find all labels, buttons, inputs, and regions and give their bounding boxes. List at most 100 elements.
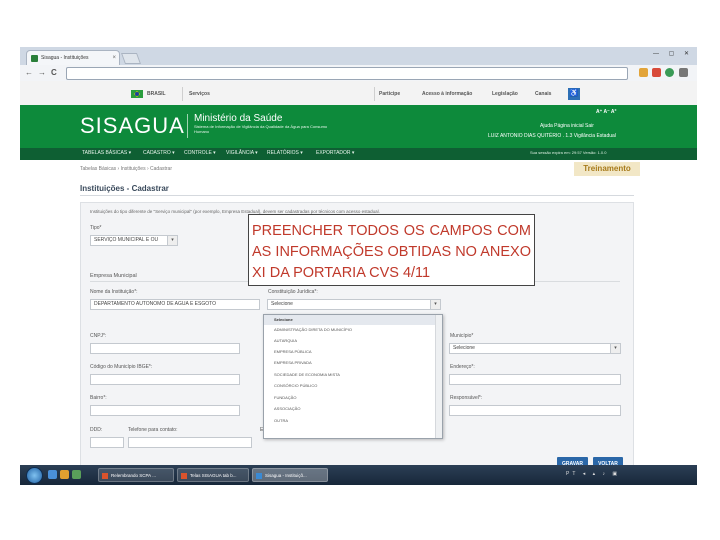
font-size-controls[interactable]: A⁺ A⁻ A° [596, 109, 617, 115]
gov-link-canais[interactable]: Canais [535, 91, 551, 97]
menu-cadastro[interactable]: CADASTRO ▾ [143, 150, 175, 156]
browser-tab-title: Sisagua - Instituições [41, 55, 89, 61]
section-title: Empresa Municipal [90, 273, 137, 279]
menu-relatorios[interactable]: RELATÓRIOS ▾ [267, 150, 303, 156]
municipio-select-value: Selecione [453, 345, 475, 351]
dropdown-option[interactable]: AUTARQUIA [264, 336, 442, 346]
ddd-input[interactable] [90, 437, 124, 448]
tipo-select[interactable]: SERVIÇO MUNICIPAL E OU ▾ [90, 235, 178, 246]
dropdown-option[interactable]: OUTRA [264, 416, 442, 426]
codigo-input[interactable] [90, 374, 240, 385]
dropdown-option[interactable]: SOCIEDADE DE ECONOMIA MISTA [264, 370, 442, 380]
site-header: SISAGUA Ministério da Saúde Sistema de I… [20, 105, 697, 148]
favicon-icon [31, 55, 38, 62]
accessibility-icon[interactable]: ♿ [568, 88, 580, 100]
menu-exportador[interactable]: EXPORTADOR ▾ [316, 150, 354, 156]
nome-input-value: DEPARTAMENTO AUTONOMO DE AGUA E ESGOTO [94, 301, 216, 307]
powerpoint-icon [181, 473, 187, 479]
codigo-label: Código do Município IBGE*: [90, 364, 153, 370]
media-icon[interactable] [72, 470, 81, 479]
divider [374, 87, 375, 101]
divider [187, 114, 188, 138]
system-subtitle: Sistema de Informação de Vigilância da Q… [194, 124, 328, 134]
chevron-down-icon: ▾ [430, 300, 440, 309]
taskbar-button[interactable]: Telas SISAGUA tab b... [177, 468, 249, 482]
dropdown-option[interactable]: Selecione [264, 315, 442, 325]
chevron-down-icon: ▾ [610, 344, 620, 353]
start-button[interactable] [26, 467, 43, 484]
municipio-label: Município* [450, 333, 474, 339]
environment-badge: Treinamento [574, 162, 640, 176]
gov-link-legislacao[interactable]: Legislação [492, 91, 518, 97]
brazil-flag-icon [131, 90, 143, 98]
telefone-label: Telefone para contato: [128, 427, 178, 433]
top-links[interactable]: Ajuda Página inicial Sair [540, 123, 594, 129]
divider [182, 87, 183, 101]
gov-services-link[interactable]: Serviços [189, 91, 210, 97]
chevron-down-icon: ▾ [167, 236, 177, 245]
nome-label: Nome da Instituição*: [90, 289, 138, 295]
taskbar-button-label: Relembrando SCPA ... [111, 473, 156, 478]
cnpj-label: CNPJ*: [90, 333, 107, 339]
dropdown-option[interactable]: EMPRESA PRIVADA [264, 358, 442, 368]
menu-vigilancia[interactable]: VIGILÂNCIA ▾ [226, 150, 258, 156]
page-title: Instituições - Cadastrar [80, 184, 169, 193]
app-logo-title: SISAGUA [80, 113, 185, 138]
dropdown-scrollbar[interactable] [435, 315, 442, 438]
address-bar[interactable] [66, 67, 628, 80]
taskbar-button-label: Telas SISAGUA tab b... [190, 473, 237, 478]
gov-link-acesso[interactable]: Acesso à informação [422, 91, 472, 97]
user-name: LUIZ ANTONIO DIAS QUITÉRIO . 1.3 Vigilân… [488, 133, 616, 139]
taskbar-button-label: Sisagua - Instituiçõ... [265, 473, 307, 478]
browser-toolbar: ← → C [20, 65, 697, 82]
cnpj-input[interactable] [90, 343, 240, 354]
constituicao-select[interactable]: Selecione ▾ [267, 299, 441, 310]
menu-icon[interactable] [679, 68, 688, 77]
bairro-input[interactable] [90, 405, 240, 416]
dropdown-option[interactable]: ADMINISTRAÇÃO DIRETA DO MUNICÍPIO [264, 325, 442, 335]
taskbar-button-active[interactable]: Sisagua - Instituiçõ... [252, 468, 328, 482]
close-tab-icon[interactable]: × [112, 51, 116, 66]
reload-icon[interactable]: C [51, 68, 57, 78]
window-controls[interactable]: — ▢ ✕ [653, 50, 693, 57]
new-tab-button[interactable] [120, 53, 142, 64]
menu-tabelas-basicas[interactable]: TABELAS BÁSICAS ▾ [82, 150, 131, 156]
explorer-icon[interactable] [60, 470, 69, 479]
dropdown-option[interactable]: ASSOCIAÇÃO [264, 404, 442, 414]
taskbar-button[interactable]: Relembrando SCPA ... [98, 468, 174, 482]
annotation-box: PREENCHER TODOS OS CAMPOS COM AS INFORMA… [248, 214, 535, 286]
breadcrumb[interactable]: Tabelas Básicas › Instituições › Cadastr… [80, 166, 172, 172]
endereco-label: Endereço*: [450, 364, 475, 370]
browser-tab[interactable]: Sisagua - Instituições × [26, 50, 120, 65]
ministry-name: Ministério da Saúde [194, 113, 283, 124]
extension-icon[interactable] [652, 68, 661, 77]
system-tray[interactable]: PT ◂ ▴ ♪ ▣ [566, 471, 620, 477]
responsavel-input[interactable] [449, 405, 621, 416]
nome-input[interactable]: DEPARTAMENTO AUTONOMO DE AGUA E ESGOTO [90, 299, 260, 310]
powerpoint-icon [102, 473, 108, 479]
municipio-select[interactable]: Selecione ▾ [449, 343, 621, 354]
bookmark-star-icon[interactable] [639, 68, 648, 77]
constituicao-select-value: Selecione [271, 301, 293, 307]
browser-tab-bar: Sisagua - Instituições × — ▢ ✕ [20, 47, 697, 65]
extension-green-icon[interactable] [665, 68, 674, 77]
tipo-label: Tipo* [90, 225, 102, 231]
forward-icon[interactable]: → [38, 68, 46, 78]
tipo-select-value: SERVIÇO MUNICIPAL E OU [94, 237, 159, 243]
responsavel-label: Responsável*: [450, 395, 483, 401]
gov-link-participe[interactable]: Participe [379, 91, 400, 97]
dropdown-option[interactable]: CONSÓRCIO PÚBLICO [264, 381, 442, 391]
dropdown-option[interactable]: FUNDAÇÃO [264, 393, 442, 403]
gov-bar: BRASIL Serviços Participe Acesso à infor… [20, 81, 697, 106]
bairro-label: Bairro*: [90, 395, 107, 401]
menu-controle[interactable]: CONTROLE ▾ [184, 150, 216, 156]
back-icon[interactable]: ← [25, 68, 33, 78]
constituicao-dropdown-list: Selecione ADMINISTRAÇÃO DIRETA DO MUNICÍ… [263, 314, 443, 439]
gov-brasil-link[interactable]: BRASIL [147, 91, 166, 97]
divider [80, 195, 634, 196]
endereco-input[interactable] [449, 374, 621, 385]
telefone-input[interactable] [128, 437, 252, 448]
ie-icon[interactable] [48, 470, 57, 479]
dropdown-option[interactable]: EMPRESA PÚBLICA [264, 347, 442, 357]
main-menu: TABELAS BÁSICAS ▾ CADASTRO ▾ CONTROLE ▾ … [20, 148, 697, 160]
